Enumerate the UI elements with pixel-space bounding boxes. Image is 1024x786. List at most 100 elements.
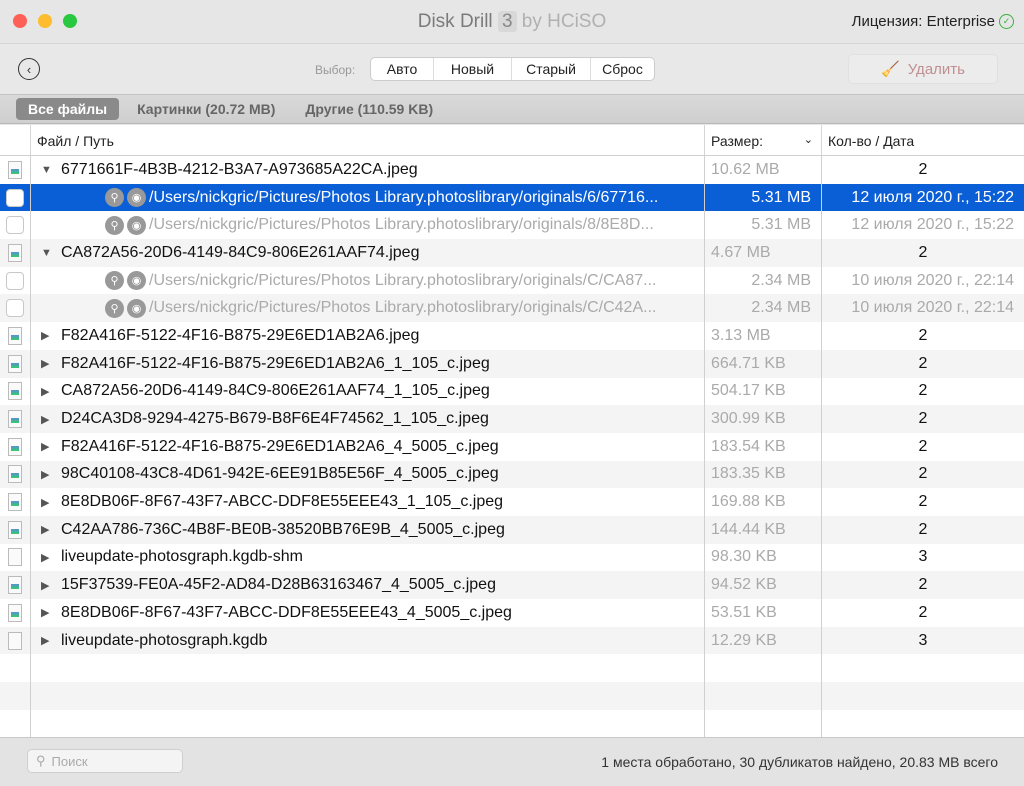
disclosure-expanded-icon[interactable]: ▼ (41, 164, 53, 176)
image-file-icon (8, 382, 22, 401)
disclosure-collapsed-icon[interactable]: ▶ (41, 413, 53, 426)
file-cell: ▼ 6771661F-4B3B-4212-B3A7-A973685A22CA.jp… (31, 156, 705, 184)
disclosure-collapsed-icon[interactable]: ▶ (41, 606, 53, 619)
disclosure-collapsed-icon[interactable]: ▶ (41, 523, 53, 536)
disclosure-collapsed-icon[interactable]: ▶ (41, 357, 53, 370)
file-size: 5.31 MB (751, 188, 811, 206)
eye-icon[interactable]: ◉ (127, 188, 146, 208)
table-row[interactable]: ⚲ ◉/Users/nickgric/Pictures/Photos Librar… (0, 211, 1024, 240)
table-row[interactable]: ▶ 8E8DB06F-8F67-43F7-ABCC-DDF8E55EEE43_4_… (0, 599, 1024, 627)
search-placeholder: Поиск (51, 753, 88, 769)
tab-other[interactable]: Другие (110.59 KB) (293, 98, 445, 120)
table-row[interactable]: ▶ F82A416F-5122-4F16-B875-29E6ED1AB2A6_1_… (0, 349, 1024, 378)
count-date-cell: 12 июля 2020 г., 15:22 (822, 211, 1024, 239)
count-or-date: 2 (918, 243, 928, 261)
table-row[interactable]: ⚲ ◉/Users/nickgric/Pictures/Photos Librar… (0, 183, 1024, 212)
row-checkbox[interactable] (6, 216, 24, 235)
disclosure-collapsed-icon[interactable]: ▶ (41, 579, 53, 592)
row-checkbox[interactable] (6, 271, 24, 290)
tab-pictures[interactable]: Картинки (20.72 MB) (125, 98, 287, 120)
file-cell (31, 709, 705, 737)
checkbox-cell (0, 543, 31, 572)
image-file-icon (8, 603, 22, 622)
file-cell: ⚲ ◉/Users/nickgric/Pictures/Photos Librar… (31, 294, 705, 323)
disclosure-collapsed-icon[interactable]: ▶ (41, 440, 53, 453)
size-cell: 2.34 MB (705, 294, 822, 323)
file-cell: ▶ F82A416F-5122-4F16-B875-29E6ED1AB2A6.jp… (31, 322, 705, 350)
file-name: 6771661F-4B3B-4212-B3A7-A973685A22CA.jpe… (61, 160, 418, 178)
checkbox-cell (0, 322, 31, 350)
magnify-icon[interactable]: ⚲ (105, 298, 124, 318)
count-or-date: 10 июля 2020 г., 22:14 (851, 271, 1014, 289)
table-row[interactable]: ▶ F82A416F-5122-4F16-B875-29E6ED1AB2A6_4_… (0, 432, 1024, 461)
disclosure-collapsed-icon[interactable]: ▶ (41, 496, 53, 509)
disclosure-collapsed-icon[interactable]: ▶ (41, 551, 53, 564)
file-cell: ▶ F82A416F-5122-4F16-B875-29E6ED1AB2A6_4_… (31, 432, 705, 461)
file-cell: ⚲ ◉/Users/nickgric/Pictures/Photos Librar… (31, 183, 705, 212)
file-size: 4.67 MB (711, 243, 771, 261)
eye-icon[interactable]: ◉ (127, 271, 146, 291)
disclosure-collapsed-icon[interactable]: ▶ (41, 329, 53, 342)
disclosure-collapsed-icon[interactable]: ▶ (41, 468, 53, 481)
chevron-down-icon: ⌄ (803, 134, 813, 146)
delete-button[interactable]: 🧹 Удалить (848, 54, 998, 84)
back-button[interactable]: ‹ (18, 58, 40, 80)
count-date-cell (822, 710, 1024, 737)
image-file-icon (8, 576, 22, 595)
checkbox-cell (0, 183, 31, 212)
table-row[interactable]: ▶ D24CA3D8-9294-4275-B679-B8F6E4F74562_1_… (0, 405, 1024, 433)
license-status[interactable]: Лицензия: Enterprise ✓ (852, 13, 1014, 30)
disclosure-collapsed-icon[interactable]: ▶ (41, 634, 53, 647)
file-name: F82A416F-5122-4F16-B875-29E6ED1AB2A6.jpe… (61, 326, 420, 344)
file-size: 183.35 KB (711, 465, 786, 483)
table-row[interactable]: ▶ CA872A56-20D6-4149-84C9-806E261AAF74_1_… (0, 377, 1024, 406)
table-row[interactable]: ⚲ ◉/Users/nickgric/Pictures/Photos Librar… (0, 266, 1024, 295)
magnify-icon[interactable]: ⚲ (105, 188, 124, 208)
eye-icon[interactable]: ◉ (127, 298, 146, 318)
tab-all-files[interactable]: Все файлы (16, 98, 120, 120)
eye-icon[interactable]: ◉ (127, 215, 146, 235)
file-cell: ⚲ ◉/Users/nickgric/Pictures/Photos Librar… (31, 211, 705, 240)
count-or-date: 2 (918, 410, 928, 428)
table-row[interactable]: ▶ liveupdate-photosgraph.kgdb-shm 98.30 KB… (0, 543, 1024, 572)
header-size[interactable]: Размер: ⌄ (705, 125, 822, 155)
file-name: /Users/nickgric/Pictures/Photos Library.… (149, 216, 654, 234)
disclosure-collapsed-icon[interactable]: ▶ (41, 385, 53, 398)
select-old-button[interactable]: Старый (512, 58, 591, 80)
table-row[interactable]: ⚲ ◉/Users/nickgric/Pictures/Photos Librar… (0, 294, 1024, 323)
header-file-path[interactable]: Файл / Путь (31, 125, 705, 155)
magnify-icon[interactable]: ⚲ (105, 215, 124, 235)
table-row[interactable]: ▼ CA872A56-20D6-4149-84C9-806E261AAF74.jp… (0, 239, 1024, 267)
table-row[interactable]: ▶ 98C40108-43C8-4D61-942E-6EE91B85E56F_4_… (0, 460, 1024, 489)
magnify-icon[interactable]: ⚲ (105, 271, 124, 291)
count-date-cell: 2 (822, 156, 1024, 184)
table-row[interactable]: ▶ F82A416F-5122-4F16-B875-29E6ED1AB2A6.jp… (0, 322, 1024, 350)
file-cell (31, 654, 705, 683)
table-row[interactable]: ▶ C42AA786-736C-4B8F-BE0B-38520BB76E9B_4_… (0, 515, 1024, 544)
table-row[interactable]: ▶ liveupdate-photosgraph.kgdb 12.29 KB 3 (0, 626, 1024, 655)
disclosure-expanded-icon[interactable]: ▼ (41, 247, 53, 259)
search-input[interactable]: ⚲ Поиск (27, 749, 183, 773)
count-or-date: 3 (918, 631, 928, 649)
file-cell: ▶ CA872A56-20D6-4149-84C9-806E261AAF74_1_… (31, 377, 705, 406)
row-checkbox[interactable] (6, 299, 24, 318)
table-row[interactable]: ▶ 15F37539-FE0A-45F2-AD84-D28B63163467_4_… (0, 571, 1024, 599)
size-cell: 53.51 KB (705, 599, 822, 627)
table-row[interactable]: ▶ 8E8DB06F-8F67-43F7-ABCC-DDF8E55EEE43_1_… (0, 488, 1024, 516)
file-cell: ▶ 98C40108-43C8-4D61-942E-6EE91B85E56F_4_… (31, 460, 705, 489)
size-cell (705, 654, 822, 683)
file-cell: ▶ liveupdate-photosgraph.kgdb-shm (31, 543, 705, 572)
select-auto-button[interactable]: Авто (371, 58, 434, 80)
size-cell: 144.44 KB (705, 515, 822, 544)
image-file-icon (8, 493, 22, 512)
row-checkbox[interactable] (6, 188, 24, 207)
count-or-date: 3 (918, 548, 928, 566)
license-label: Лицензия: Enterprise (851, 13, 995, 30)
checkbox-cell (0, 599, 31, 627)
select-new-button[interactable]: Новый (434, 58, 512, 80)
header-count-date[interactable]: Кол-во / Дата (822, 125, 1024, 155)
select-reset-button[interactable]: Сброс (591, 58, 654, 80)
checkbox-cell (0, 211, 31, 240)
checkbox-cell (0, 294, 31, 323)
table-row[interactable]: ▼ 6771661F-4B3B-4212-B3A7-A973685A22CA.jp… (0, 156, 1024, 184)
